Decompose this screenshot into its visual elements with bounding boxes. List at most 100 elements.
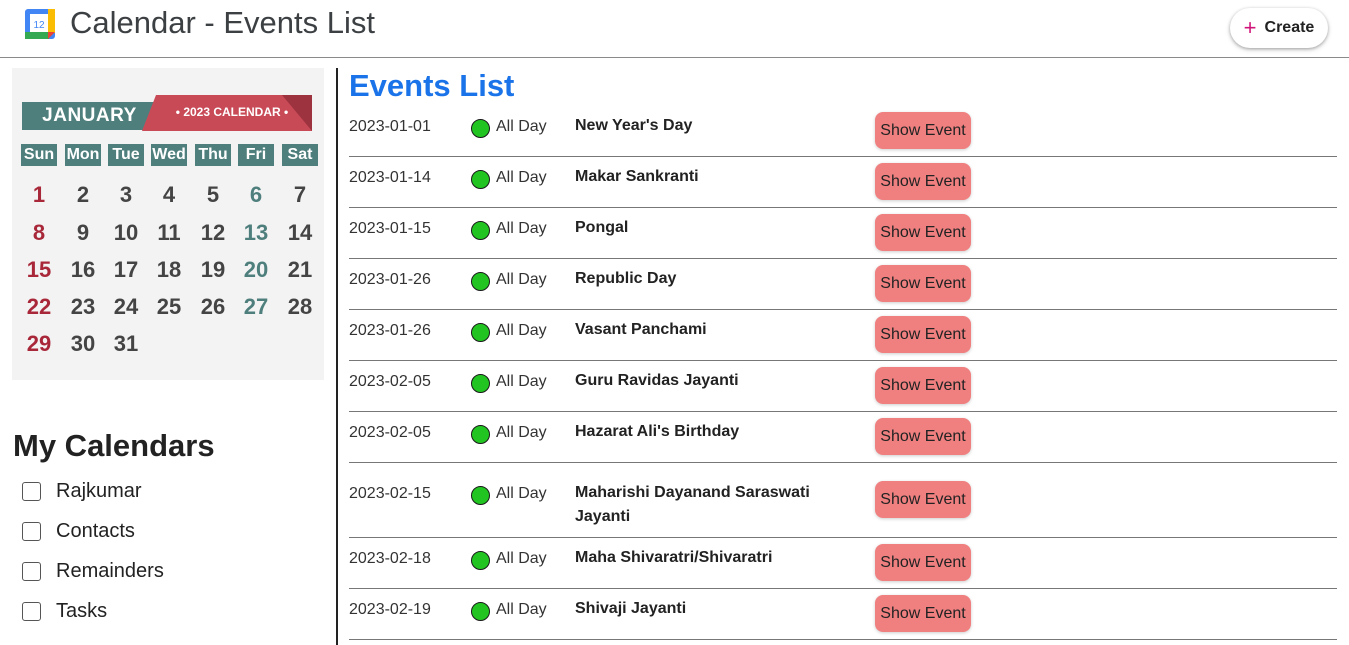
calendar-day[interactable]: 9 [65,220,101,246]
event-time: All Day [496,601,547,618]
event-date: 2023-02-05 [349,424,431,441]
calendar-item-rajkumar[interactable]: Rajkumar [22,479,142,503]
show-event-button[interactable]: Show Event [875,367,971,404]
weekday-label: Mon [65,144,101,166]
event-date: 2023-02-15 [349,485,431,502]
weekday-label: Thu [195,144,231,166]
event-row: 2023-01-15 All Day Pongal Show Event [349,208,1337,259]
calendar-item-label: Rajkumar [56,479,142,502]
calendar-day[interactable]: 22 [21,294,57,320]
calendar-day[interactable]: 5 [195,182,231,208]
calendar-day[interactable]: 6 [238,182,274,208]
calendar-day[interactable]: 13 [238,220,274,246]
show-event-button[interactable]: Show Event [875,163,971,200]
calendar-day[interactable]: 4 [151,182,187,208]
event-time: All Day [496,322,547,339]
calendar-day[interactable]: 25 [151,294,187,320]
show-event-button[interactable]: Show Event [875,214,971,251]
calendar-day[interactable]: 11 [151,220,187,246]
plus-icon: + [1243,15,1257,40]
calendar-day[interactable]: 15 [21,257,57,283]
app-header: 12 Calendar - Events List + Create [0,0,1349,58]
event-date: 2023-01-26 [349,322,431,339]
status-dot-icon [471,374,490,393]
calendar-day[interactable]: 18 [151,257,187,283]
calendar-day[interactable]: 2 [65,182,101,208]
calendar-checkbox[interactable] [22,561,41,581]
create-button-label: Create [1264,19,1315,36]
weekday-label: Sat [282,144,318,166]
year-banner-label: • 2023 CALENDAR • [175,105,289,119]
calendar-day[interactable]: 30 [65,331,101,357]
status-dot-icon [471,323,490,342]
show-event-button[interactable]: Show Event [875,544,971,581]
show-event-button[interactable]: Show Event [875,595,971,632]
event-date: 2023-01-01 [349,118,431,135]
event-row: 2023-01-26 All Day Republic Day Show Event [349,259,1337,310]
calendar-day[interactable]: 3 [108,182,144,208]
event-time: All Day [496,373,547,390]
calendar-day[interactable]: 27 [238,294,274,320]
app-icon-number: 12 [33,20,45,31]
event-time: All Day [496,485,547,502]
weekday-label: Sun [21,144,57,166]
calendar-day[interactable]: 24 [108,294,144,320]
calendar-item-tasks[interactable]: Tasks [22,599,107,623]
calendar-day[interactable]: 12 [195,220,231,246]
event-name: New Year's Day [575,117,693,134]
calendar-item-contacts[interactable]: Contacts [22,519,135,543]
vertical-divider [336,68,338,645]
calendar-day[interactable]: 8 [21,220,57,246]
calendar-day[interactable]: 31 [108,331,144,357]
status-dot-icon [471,486,490,505]
event-name: Republic Day [575,270,677,287]
event-time: All Day [496,118,547,135]
calendar-day[interactable]: 16 [65,257,101,283]
status-dot-icon [471,170,490,189]
calendar-day[interactable]: 26 [195,294,231,320]
event-time: All Day [496,169,547,186]
event-name: Pongal [575,219,629,236]
events-list-title: Events List [349,68,515,103]
event-row: 2023-01-14 All Day Makar Sankranti Show Eve… [349,157,1337,208]
status-dot-icon [471,602,490,621]
calendar-day[interactable]: 23 [65,294,101,320]
weekday-label: Tue [108,144,144,166]
event-date: 2023-01-26 [349,271,431,288]
calendar-checkbox[interactable] [22,521,41,541]
weekday-label: Wed [151,144,187,166]
calendar-day[interactable]: 10 [108,220,144,246]
event-time: All Day [496,220,547,237]
calendar-day[interactable]: 29 [21,331,57,357]
calendar-day[interactable]: 7 [282,182,318,208]
calendar-item-remainders[interactable]: Remainders [22,559,164,583]
event-row: 2023-01-01 All Day New Year's Day Show Even… [349,106,1337,157]
my-calendars-title: My Calendars [13,428,215,463]
calendar-item-label: Contacts [56,519,135,542]
calendar-checkbox[interactable] [22,481,41,501]
app-title: Calendar - Events List [70,5,375,40]
calendar-day[interactable]: 21 [282,257,318,283]
event-time: All Day [496,424,547,441]
event-row: 2023-02-19 All Day Shivaji Jayanti Show Eve… [349,589,1337,640]
create-button[interactable]: + Create [1230,8,1328,48]
calendar-day[interactable]: 1 [21,182,57,208]
show-event-button[interactable]: Show Event [875,316,971,353]
show-event-button[interactable]: Show Event [875,418,971,455]
calendar-day[interactable]: 14 [282,220,318,246]
event-row: 2023-02-05 All Day Hazarat Ali's Birthday S… [349,412,1337,463]
calendar-day[interactable]: 19 [195,257,231,283]
event-row: 2023-02-15 All Day Maharishi Dayanand Sara… [349,463,1337,538]
event-name: Hazarat Ali's Birthday [575,423,740,440]
show-event-button[interactable]: Show Event [875,265,971,302]
calendar-day[interactable]: 28 [282,294,318,320]
calendar-day[interactable]: 20 [238,257,274,283]
calendar-day[interactable]: 17 [108,257,144,283]
event-name: Vasant Panchami [575,321,707,338]
show-event-button[interactable]: Show Event [875,481,971,518]
calendar-checkbox[interactable] [22,601,41,621]
event-date: 2023-02-05 [349,373,431,390]
google-calendar-icon[interactable]: 12 [24,8,56,40]
show-event-button[interactable]: Show Event [875,112,971,149]
event-row: 2023-02-05 All Day Guru Ravidas Jayanti Sho… [349,361,1337,412]
